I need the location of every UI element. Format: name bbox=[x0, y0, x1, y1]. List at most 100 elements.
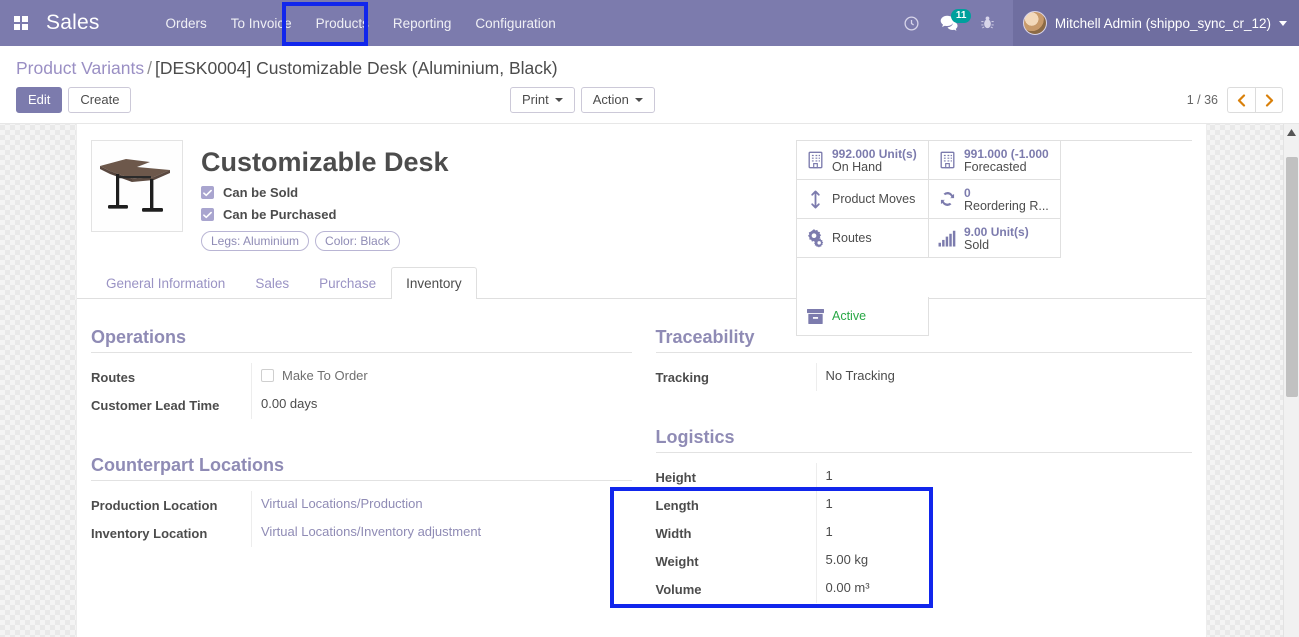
field-weight: Weight 5.00 kg bbox=[656, 547, 1193, 575]
record-action-buttons: Edit Create bbox=[16, 87, 137, 113]
weight-label: Weight bbox=[655, 553, 699, 569]
stat-button-box: 992.000 Unit(s) On Hand 991.000 (-1.000 … bbox=[796, 140, 1192, 336]
clock-icon[interactable] bbox=[893, 0, 931, 46]
messages-icon[interactable]: 11 bbox=[931, 0, 972, 46]
menu-item-to-invoice[interactable]: To Invoice bbox=[219, 0, 304, 46]
refresh-cycle-icon bbox=[935, 190, 959, 208]
gears-icon bbox=[803, 228, 827, 248]
scroll-up-arrow-icon[interactable] bbox=[1284, 124, 1299, 140]
reordering-label: Reordering R... bbox=[964, 198, 1049, 213]
pager-count: 1 / 36 bbox=[1186, 93, 1218, 107]
user-name: Mitchell Admin (shippo_sync_cr_12) bbox=[1054, 15, 1271, 31]
breadcrumb-parent-link[interactable]: Product Variants bbox=[16, 58, 144, 78]
field-inventory-location: Inventory Location Virtual Locations/Inv… bbox=[91, 519, 632, 547]
action-label: Action bbox=[592, 92, 629, 107]
edit-button[interactable]: Edit bbox=[16, 87, 63, 113]
field-tracking: Tracking No Tracking bbox=[656, 363, 1193, 391]
forecasted-label: Forecasted bbox=[964, 159, 1027, 174]
volume-label: Volume bbox=[655, 581, 702, 597]
archive-box-icon bbox=[803, 308, 827, 325]
active-label: Active bbox=[832, 309, 867, 323]
volume-value[interactable]: 0.00 m³ bbox=[815, 575, 1193, 603]
field-routes: Routes Make To Order bbox=[91, 363, 632, 391]
counterpart-locations-group: Counterpart Locations Production Locatio… bbox=[91, 455, 632, 547]
pager-previous-button[interactable] bbox=[1227, 87, 1255, 113]
production-location-label: Production Location bbox=[91, 497, 218, 513]
can-be-purchased-label: Can be Purchased bbox=[223, 207, 337, 222]
stat-button-active[interactable]: Active bbox=[797, 297, 929, 336]
main-menu: Orders To Invoice Products Reporting Con… bbox=[154, 0, 568, 46]
height-value[interactable]: 1 bbox=[815, 463, 1193, 491]
pager: 1 / 36 bbox=[1187, 87, 1283, 113]
pager-next-button[interactable] bbox=[1255, 87, 1283, 113]
length-value[interactable]: 1 bbox=[815, 491, 1193, 519]
width-value[interactable]: 1 bbox=[815, 519, 1193, 547]
on-hand-label: On Hand bbox=[832, 159, 883, 174]
bar-chart-icon bbox=[935, 230, 959, 247]
menu-item-orders[interactable]: Orders bbox=[154, 0, 219, 46]
height-label: Height bbox=[655, 469, 696, 485]
stat-spacer bbox=[797, 258, 929, 297]
tracking-value[interactable]: No Tracking bbox=[815, 363, 1193, 391]
vertical-scrollbar[interactable] bbox=[1283, 124, 1299, 637]
create-button[interactable]: Create bbox=[68, 87, 132, 113]
customizable-desk-photo bbox=[92, 141, 182, 231]
avatar bbox=[1022, 11, 1047, 35]
make-to-order-checkbox[interactable] bbox=[261, 369, 274, 382]
traceability-group: Traceability Tracking No Tracking bbox=[655, 327, 1193, 391]
weight-value[interactable]: 5.00 kg bbox=[815, 547, 1193, 575]
arrows-vertical-icon bbox=[803, 190, 827, 209]
field-volume: Volume 0.00 m³ bbox=[656, 575, 1193, 603]
action-dropdown-button[interactable]: Action bbox=[580, 87, 655, 113]
building-icon bbox=[803, 151, 827, 169]
tab-sales[interactable]: Sales bbox=[240, 267, 304, 299]
tracking-label: Tracking bbox=[655, 369, 709, 385]
scrollbar-thumb[interactable] bbox=[1286, 157, 1298, 397]
tab-inventory[interactable]: Inventory bbox=[391, 267, 477, 299]
reordering-value: 0 bbox=[964, 185, 971, 200]
bug-icon[interactable] bbox=[969, 0, 1007, 46]
operations-title: Operations bbox=[91, 327, 632, 353]
apps-grid-icon[interactable] bbox=[0, 16, 42, 30]
stat-button-forecasted[interactable]: 991.000 (-1.000 Forecasted bbox=[929, 141, 1061, 180]
routes-label: Routes bbox=[91, 369, 136, 385]
sold-label: Sold bbox=[964, 237, 990, 252]
routes-label: Routes bbox=[832, 231, 872, 245]
stat-spacer bbox=[929, 258, 1061, 297]
counterpart-locations-title: Counterpart Locations bbox=[91, 455, 632, 481]
inventory-tab-content: Operations Routes Make To Order Customer… bbox=[77, 299, 1206, 637]
chevron-down-icon bbox=[554, 98, 563, 102]
print-dropdown-button[interactable]: Print bbox=[510, 87, 575, 113]
tab-purchase[interactable]: Purchase bbox=[304, 267, 391, 299]
dropdown-buttons: Print Action bbox=[510, 87, 661, 113]
sold-value: 9.00 bbox=[964, 224, 988, 239]
stat-button-routes[interactable]: Routes bbox=[797, 219, 929, 258]
customer-lead-time-value[interactable]: 0.00 days bbox=[251, 391, 632, 419]
building-icon bbox=[935, 151, 959, 169]
menu-item-reporting[interactable]: Reporting bbox=[381, 0, 464, 46]
stat-button-sold[interactable]: 9.00 Unit(s) Sold bbox=[929, 219, 1061, 258]
field-production-location: Production Location Virtual Locations/Pr… bbox=[91, 491, 632, 519]
form-sheet: 992.000 Unit(s) On Hand 991.000 (-1.000 … bbox=[76, 124, 1207, 637]
field-height: Height 1 bbox=[656, 463, 1193, 491]
app-brand-sales[interactable]: Sales bbox=[42, 11, 114, 35]
production-location-value[interactable]: Virtual Locations/Production bbox=[251, 491, 632, 519]
left-column: Operations Routes Make To Order Customer… bbox=[91, 327, 642, 637]
tab-general-information[interactable]: General Information bbox=[91, 267, 240, 299]
stat-button-reordering-rules[interactable]: 0 Reordering R... bbox=[929, 180, 1061, 219]
inventory-location-value[interactable]: Virtual Locations/Inventory adjustment bbox=[251, 519, 632, 547]
menu-item-configuration[interactable]: Configuration bbox=[463, 0, 567, 46]
menu-item-products[interactable]: Products bbox=[304, 0, 381, 46]
control-panel: Product Variants / [DESK0004] Customizable… bbox=[0, 46, 1299, 124]
stat-button-on-hand[interactable]: 992.000 Unit(s) On Hand bbox=[797, 141, 929, 180]
can-be-purchased-checkbox[interactable] bbox=[201, 208, 214, 221]
logistics-group: Logistics Height 1 Length 1 Width 1 Weig… bbox=[655, 427, 1193, 603]
navbar-right: 11 Mitchell Admin (shippo_sync_cr_12) bbox=[893, 0, 1299, 46]
field-customer-lead-time: Customer Lead Time 0.00 days bbox=[91, 391, 632, 419]
chevron-down-icon bbox=[1279, 20, 1287, 26]
can-be-sold-checkbox[interactable] bbox=[201, 186, 214, 199]
product-image[interactable] bbox=[91, 140, 183, 232]
on-hand-unit: Unit(s) bbox=[878, 146, 917, 161]
stat-button-product-moves[interactable]: Product Moves bbox=[797, 180, 929, 219]
user-menu[interactable]: Mitchell Admin (shippo_sync_cr_12) bbox=[1012, 0, 1299, 46]
